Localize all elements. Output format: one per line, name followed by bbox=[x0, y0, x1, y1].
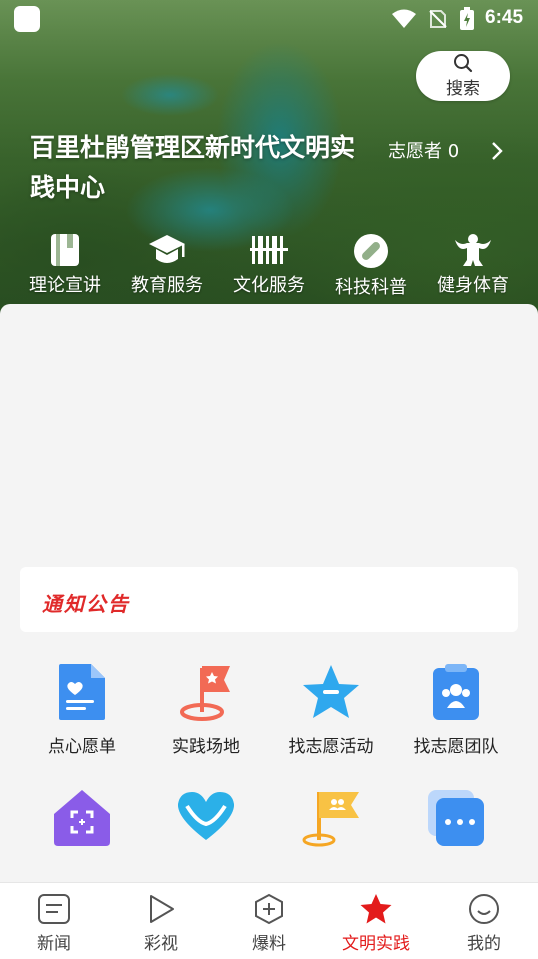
category-label: 理论宣讲 bbox=[29, 275, 101, 296]
page-title: 百里杜鹃管理区新时代文明实践中心 bbox=[30, 133, 356, 202]
heart-icon bbox=[177, 792, 235, 840]
service-heart[interactable] bbox=[144, 788, 268, 852]
notice-title: 通知公告 bbox=[42, 592, 130, 616]
team-flag-icon bbox=[302, 792, 359, 847]
tab-label: 我的 bbox=[467, 934, 501, 954]
science-icon bbox=[354, 234, 388, 268]
tab-label: 彩视 bbox=[144, 934, 178, 954]
service-label: 实践场地 bbox=[172, 737, 240, 757]
barcode-icon bbox=[250, 236, 288, 264]
category-label: 文化服务 bbox=[233, 275, 305, 296]
search-icon bbox=[454, 54, 473, 73]
home-scan-icon bbox=[54, 790, 110, 846]
star-activity-icon bbox=[303, 665, 359, 718]
location-flag-icon bbox=[180, 666, 230, 721]
category-row: 理论宣讲 教育服务 文化服务 科技科普 健身体育 bbox=[0, 232, 538, 302]
bottom-navigation: 新闻 彩视 爆料 文明实践 我的 bbox=[0, 882, 538, 959]
wifi-icon bbox=[392, 9, 416, 28]
service-team-flag[interactable] bbox=[269, 788, 393, 858]
category-fitness[interactable]: 健身体育 bbox=[423, 232, 523, 297]
service-home-scan[interactable] bbox=[20, 788, 144, 858]
tab-civilization-practice[interactable]: 文明实践 bbox=[326, 893, 426, 954]
service-practice-venue[interactable]: 实践场地 bbox=[144, 662, 268, 757]
category-culture[interactable]: 文化服务 bbox=[219, 232, 319, 297]
category-label: 健身体育 bbox=[437, 275, 509, 296]
star-icon bbox=[360, 894, 392, 924]
tab-label: 爆料 bbox=[252, 934, 286, 954]
search-label: 搜索 bbox=[446, 79, 480, 99]
service-more[interactable] bbox=[394, 788, 518, 858]
graduation-cap-icon bbox=[149, 235, 185, 263]
no-sim-icon bbox=[429, 10, 447, 28]
add-icon bbox=[255, 893, 283, 925]
search-button[interactable]: 搜索 bbox=[416, 51, 510, 101]
tab-label: 新闻 bbox=[37, 934, 71, 954]
service-label: 点心愿单 bbox=[48, 737, 116, 757]
news-icon bbox=[38, 894, 70, 924]
category-education[interactable]: 教育服务 bbox=[117, 232, 217, 297]
more-icon bbox=[428, 790, 484, 846]
clock: 6:45 bbox=[485, 7, 524, 28]
notice-board[interactable]: 通知公告 bbox=[20, 567, 518, 632]
tab-mine[interactable]: 我的 bbox=[434, 893, 534, 954]
fitness-icon bbox=[455, 234, 491, 266]
category-label: 教育服务 bbox=[131, 275, 203, 296]
status-bar: 6:45 bbox=[0, 0, 538, 36]
service-wish-list[interactable]: 点心愿单 bbox=[20, 662, 144, 757]
chevron-right-icon[interactable] bbox=[490, 141, 504, 161]
service-find-activity[interactable]: 找志愿活动 bbox=[269, 662, 393, 757]
battery-icon bbox=[460, 7, 474, 30]
service-find-team[interactable]: 找志愿团队 bbox=[394, 662, 518, 757]
category-science[interactable]: 科技科普 bbox=[321, 232, 421, 299]
tab-report[interactable]: 爆料 bbox=[219, 893, 319, 954]
tab-label: 文明实践 bbox=[342, 934, 410, 954]
tab-video[interactable]: 彩视 bbox=[111, 893, 211, 954]
category-theory[interactable]: 理论宣讲 bbox=[15, 232, 115, 297]
category-label: 科技科普 bbox=[335, 277, 407, 298]
volunteer-count[interactable]: 志愿者 0 bbox=[388, 137, 459, 163]
smile-icon bbox=[469, 894, 499, 924]
team-icon bbox=[433, 664, 479, 720]
app-notification-icon bbox=[14, 6, 40, 32]
tab-news[interactable]: 新闻 bbox=[4, 893, 104, 954]
book-icon bbox=[51, 234, 79, 266]
service-label: 找志愿团队 bbox=[413, 737, 499, 757]
wish-list-icon bbox=[59, 664, 105, 720]
play-icon bbox=[150, 895, 174, 923]
service-label: 找志愿活动 bbox=[288, 737, 374, 757]
